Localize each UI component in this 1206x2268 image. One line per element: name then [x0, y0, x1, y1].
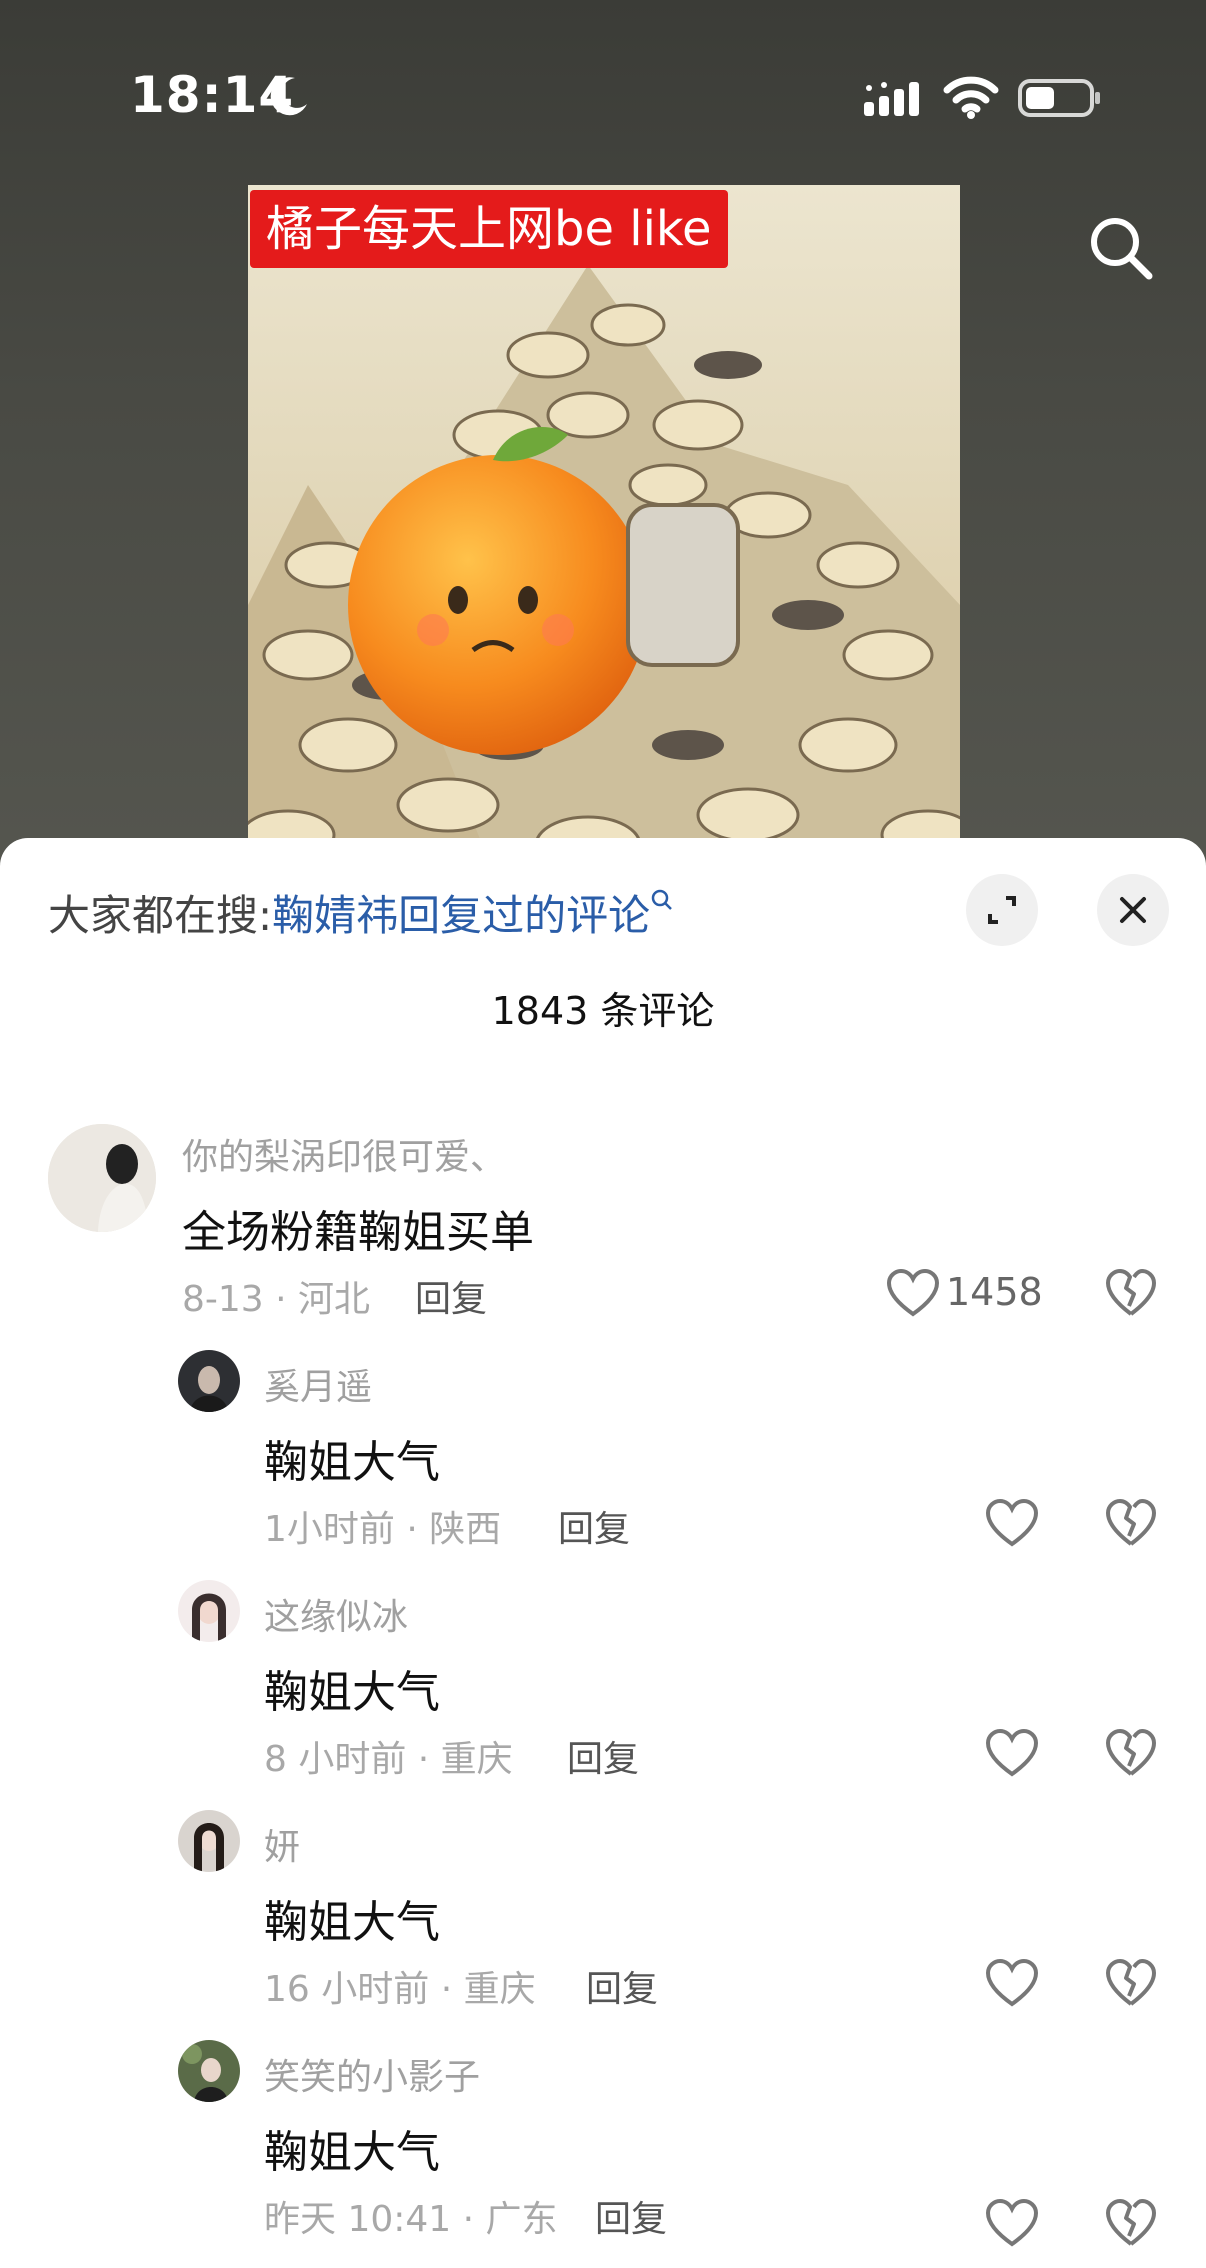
comment-username[interactable]: 你的梨涡印很可爱、 — [182, 1128, 506, 1180]
search-prefix: 大家都在搜: — [48, 891, 273, 940]
image-caption: 橘子每天上网be like — [250, 190, 728, 268]
broken-heart-icon[interactable] — [1105, 1728, 1157, 1778]
reply-button[interactable]: 回复 — [415, 1270, 487, 1322]
avatar-image — [48, 1124, 156, 1232]
like-count: 1458 — [946, 1270, 1043, 1314]
close-icon — [1120, 897, 1146, 923]
reply-text: 鞠姐大气 — [264, 1667, 440, 1718]
broken-heart-icon[interactable] — [1105, 1498, 1157, 1548]
heart-icon[interactable] — [985, 1728, 1039, 1778]
reply-username[interactable]: 奚月遥 — [264, 1358, 372, 1410]
reply-button[interactable]: 回复 — [595, 2190, 667, 2242]
reply-text: 鞠姐大气 — [264, 1437, 440, 1488]
orange-with-pots-illustration — [248, 265, 960, 885]
avatar-image — [178, 1810, 240, 1872]
comment-meta: 8-13 · 河北 — [182, 1279, 371, 1320]
reply-avatar[interactable] — [178, 1580, 240, 1642]
avatar-image — [178, 1350, 240, 1412]
reply-text: 鞠姐大气 — [264, 1897, 440, 1948]
heart-icon[interactable] — [886, 1268, 940, 1318]
comment-count: 1843 条评论 — [491, 989, 715, 1033]
reply-text: 鞠姐大气 — [264, 2127, 440, 2178]
reply-meta: 1小时前 · 陕西 — [264, 1509, 502, 1550]
avatar[interactable] — [48, 1124, 156, 1232]
signal-icon — [864, 82, 919, 116]
battery-icon — [1018, 79, 1100, 117]
reply-avatar[interactable] — [178, 1350, 240, 1412]
comments-sheet: 大家都在搜:鞠婧祎回复过的评论 1843 条评论 你的梨涡印很可爱、 全场粉籍鞠… — [0, 838, 1206, 2268]
reply-username[interactable]: 笑笑的小影子 — [264, 2048, 480, 2100]
avatar-image — [178, 2040, 240, 2102]
reply-meta: 8 小时前 · 重庆 — [264, 1739, 513, 1780]
search-suggestion[interactable]: 大家都在搜:鞠婧祎回复过的评论 — [48, 882, 674, 943]
reply-button[interactable]: 回复 — [567, 1730, 639, 1782]
reply-avatar[interactable] — [178, 2040, 240, 2102]
search-icon[interactable] — [1085, 212, 1157, 284]
close-button[interactable] — [1097, 874, 1169, 946]
reply-button[interactable]: 回复 — [586, 1960, 658, 2012]
reply-avatar[interactable] — [178, 1810, 240, 1872]
small-search-icon — [651, 889, 673, 910]
search-suggestion-link[interactable]: 鞠婧祎回复过的评论 — [272, 891, 650, 940]
reply-meta: 昨天 10:41 · 广东 — [264, 2199, 558, 2240]
wifi-icon — [943, 76, 999, 119]
heart-icon[interactable] — [985, 2198, 1039, 2248]
reply-button[interactable]: 回复 — [558, 1500, 630, 1552]
broken-heart-icon[interactable] — [1105, 1268, 1157, 1318]
moon-icon — [270, 77, 307, 116]
broken-heart-icon[interactable] — [1105, 2198, 1157, 2248]
reply-meta: 16 小时前 · 重庆 — [264, 1969, 536, 2010]
expand-icon — [988, 896, 1016, 924]
reply-username[interactable]: 妍 — [264, 1818, 300, 1870]
comment-text: 全场粉籍鞠姐买单 — [182, 1207, 534, 1258]
status-bar: 18:14 — [0, 0, 1206, 190]
avatar-image — [178, 1580, 240, 1642]
reply-username[interactable]: 这缘似冰 — [264, 1588, 408, 1640]
broken-heart-icon[interactable] — [1105, 1958, 1157, 2008]
post-image[interactable] — [248, 185, 960, 885]
heart-icon[interactable] — [985, 1498, 1039, 1548]
expand-button[interactable] — [966, 874, 1038, 946]
heart-icon[interactable] — [985, 1958, 1039, 2008]
